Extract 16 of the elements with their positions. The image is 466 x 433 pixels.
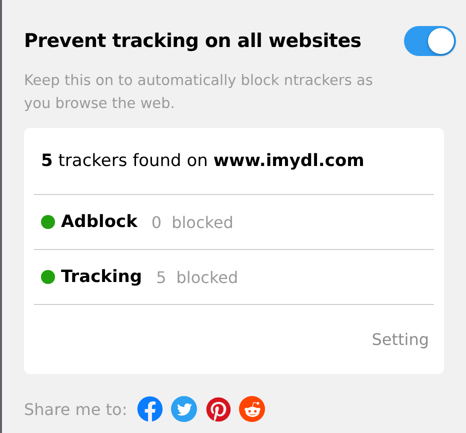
f-logo-icon[interactable] <box>137 396 164 422</box>
p-logo-icon[interactable] <box>205 396 232 422</box>
panel-title: Prevent tracking on all websites <box>24 30 362 52</box>
blocked-count: 5 <box>156 268 166 286</box>
share-label: Share me to: <box>24 400 128 418</box>
description-text: Keep this on to automatically block ntrackers as you browse the web. <box>24 72 374 114</box>
blocked-count: 0 <box>151 212 162 232</box>
blocked-label: blocked <box>176 268 238 286</box>
trackers-summary: 5 trackers found on www.imydl.com <box>34 128 434 195</box>
setting-link[interactable]: Setting <box>372 330 429 349</box>
blocked-label: blocked <box>172 212 234 232</box>
alien-logo-icon[interactable] <box>239 396 266 422</box>
category-name: Adblock <box>61 212 138 232</box>
category-name: Tracking <box>61 267 142 287</box>
toggle-switch[interactable] <box>404 26 456 56</box>
bird-logo-icon[interactable] <box>171 396 198 422</box>
